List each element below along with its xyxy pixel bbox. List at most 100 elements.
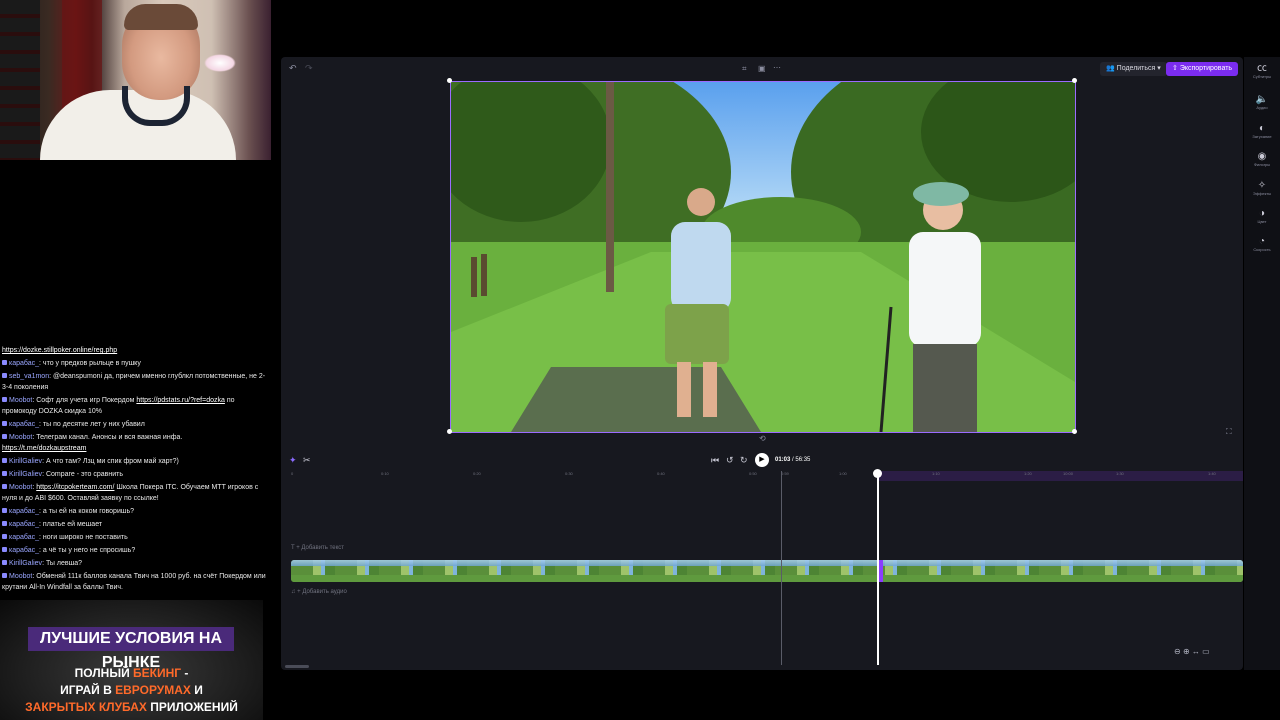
chat-username[interactable]: карабас_ [9, 521, 39, 528]
ruler-tick: 0:30 [565, 471, 573, 476]
badge-icon [2, 397, 7, 402]
chat-message: Moobot: https://itcpokerteam.com/ Школа … [2, 484, 259, 502]
rewind-icon[interactable]: ↺ [726, 453, 734, 467]
audio-icon: 🔈 [1255, 94, 1269, 105]
ruler-tick: 1:10 [932, 471, 940, 476]
rail-item-filters[interactable]: ◉ Фильтры [1244, 151, 1280, 167]
split-icon[interactable]: ✂ [303, 453, 311, 467]
speed-icon: ◔ [1258, 236, 1266, 247]
ruler-tick: 0:40 [657, 471, 665, 476]
badge-icon [2, 458, 7, 463]
chat-username[interactable]: KirillGaliev [9, 560, 42, 567]
playhead-knob[interactable] [873, 469, 882, 478]
export-button[interactable]: ⇧ Экспортировать [1166, 62, 1239, 76]
chat-text: Обменяй 111к баллов канала Твич на 1000 … [2, 573, 266, 591]
timeline-ruler[interactable]: 0 0:10 0:20 0:30 0:40 0:50 0:59 1:00 1:10 1:20 10:… [281, 471, 1243, 481]
chat-text: а чё ты у него не спросишь? [42, 547, 136, 554]
chat-username[interactable]: seb_va1mon [9, 373, 49, 380]
badge-icon [2, 484, 7, 489]
badge-icon [2, 434, 7, 439]
rotate-icon[interactable]: ⟲ [759, 434, 766, 443]
rail-item-effects[interactable]: ✧ Эффекты [1244, 180, 1280, 196]
chat-message: карабас_: ноги широко не поставить [0, 531, 268, 544]
ruler-tick: 1:40 [1208, 471, 1216, 476]
people-icon: 👥 [1106, 65, 1117, 72]
chat-username[interactable]: Moobot [9, 434, 32, 441]
chat-message: KirillGaliev: А что там? Лзц ми спик фро… [0, 455, 268, 468]
badge-icon [2, 360, 7, 365]
playhead[interactable] [877, 471, 879, 665]
chat-message: Moobot: Обменяй 111к баллов канала Твич … [2, 573, 266, 591]
chat-username[interactable]: Moobot [9, 397, 32, 404]
chat-message: seb_va1mon: @deanspumoni да, причем имен… [2, 373, 266, 391]
ad-line: ИГРАЙ В ЕВРОРУМАХ И [60, 683, 203, 697]
hover-cursor-line [781, 471, 782, 665]
chat-username[interactable]: карабас_ [9, 534, 39, 541]
playback-controls: ✦ ✂ ⏮ ↺ ↻ ▶ 01:03 / 56:35 [281, 453, 1243, 471]
chat-username[interactable]: KirillGaliev [9, 458, 42, 465]
magic-icon[interactable]: ✦ [289, 453, 297, 467]
chat-link[interactable]: https://dozke.stillpoker.online/reg.php [2, 347, 117, 354]
chat-message: KirillGaliev: Compare - это сравнить [0, 468, 268, 481]
chat-username[interactable]: Moobot [9, 573, 32, 580]
timeline-size-icon[interactable]: ▭ [1202, 647, 1210, 656]
video-clip-track[interactable] [291, 560, 1243, 582]
video-preview[interactable] [450, 81, 1076, 433]
badge-icon [2, 508, 7, 513]
play-button[interactable]: ▶ [755, 453, 769, 467]
badge-icon [2, 573, 7, 578]
clip-selection-handle[interactable] [879, 560, 883, 582]
ruler-tick: 1:20 [1024, 471, 1032, 476]
chat-username[interactable]: карабас_ [9, 547, 39, 554]
resize-handle[interactable] [1072, 429, 1077, 434]
forward-icon[interactable]: ↻ [740, 453, 748, 467]
webcam-feed [0, 0, 271, 160]
chat-username[interactable]: KirillGaliev [9, 471, 42, 478]
resize-handle[interactable] [447, 78, 452, 83]
crop-icon[interactable]: ⌗ [742, 64, 747, 74]
chat-username[interactable]: карабас_ [9, 421, 39, 428]
undo-icon[interactable]: ↶ [289, 63, 297, 74]
chat-text: а ты ей на коком говоришь? [42, 508, 135, 515]
zoom-in-icon[interactable]: ⊕ [1183, 647, 1190, 656]
fullscreen-icon[interactable]: ⛶ [1226, 427, 1232, 437]
fade-icon: ◐ [1258, 123, 1266, 134]
timecode: 01:03 / 56:35 [775, 457, 811, 463]
redo-icon[interactable]: ↷ [305, 63, 313, 74]
chat-username[interactable]: карабас_ [9, 360, 39, 367]
timeline-scrollbar[interactable] [285, 665, 309, 668]
badge-icon [2, 521, 7, 526]
rail-item-subtitles[interactable]: ㏄ Субтитры [1244, 63, 1280, 79]
ad-title: ЛУЧШИЕ УСЛОВИЯ НА РЫНКЕ [28, 627, 234, 671]
zoom-out-icon[interactable]: ⊖ [1174, 647, 1181, 656]
ad-line: ПОЛНЫЙ БЕКИНГ - [74, 666, 189, 680]
layout-icon[interactable]: ▣ [758, 64, 766, 73]
skip-back-icon[interactable]: ⏮ [711, 453, 719, 467]
resize-handle[interactable] [1072, 78, 1077, 83]
ruler-tick: 0:20 [473, 471, 481, 476]
resize-handle[interactable] [447, 429, 452, 434]
ruler-tick: 10:00 [1063, 471, 1074, 476]
share-button[interactable]: 👥 Поделиться ▾ [1100, 62, 1167, 76]
rail-item-audio[interactable]: 🔈 Аудио [1244, 94, 1280, 110]
ruler-tick: 0:59 [781, 471, 789, 476]
chat-link[interactable]: https://pdstats.ru/?ref=dozka [136, 397, 225, 404]
chat-username[interactable]: карабас_ [9, 508, 39, 515]
stream-chat: https://dozke.stillpoker.online/reg.php … [0, 344, 268, 596]
chat-message: Moobot: Софт для учета игр Покердом http… [2, 397, 235, 415]
chat-link[interactable]: https://itcpokerteam.com/ [36, 484, 114, 491]
rail-item-fade[interactable]: ◐ Затухание [1244, 123, 1280, 139]
rail-item-speed[interactable]: ◔ Скорость [1244, 236, 1280, 252]
chat-username[interactable]: Moobot [9, 484, 32, 491]
add-text-track[interactable]: T + Добавить текст [291, 545, 1241, 555]
ruler-tick: 0:50 [749, 471, 757, 476]
rail-item-color[interactable]: ◑ Цвет [1244, 208, 1280, 224]
chat-link[interactable]: https://t.me/dozkaupstream [2, 445, 86, 452]
add-audio-track[interactable]: ♫ + Добавить аудио [291, 589, 1241, 599]
ad-line: ЗАКРЫТЫХ КЛУБАХ ПРИЛОЖЕНИЙ [25, 700, 238, 714]
chat-text: А что там? Лзц ми спик фром май харт?) [45, 458, 179, 465]
chat-text: Телеграм канал. Анонсы и вся важная инфа… [36, 434, 183, 441]
badge-icon [2, 560, 7, 565]
fit-icon[interactable]: ↔ [1192, 647, 1200, 656]
more-icon[interactable]: ⋯ [773, 63, 781, 72]
